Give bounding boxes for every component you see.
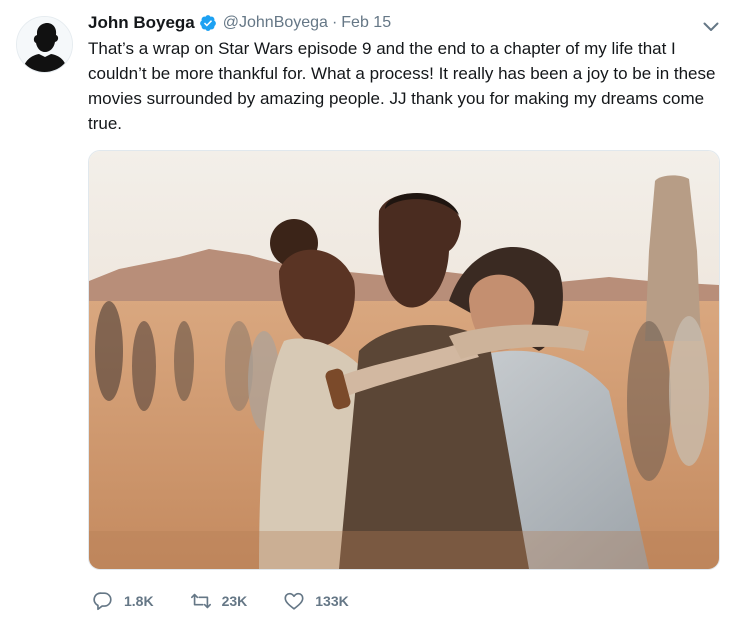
tweet-date[interactable]: Feb 15 [341, 14, 391, 32]
tweet-text: That’s a wrap on Star Wars episode 9 and… [88, 39, 716, 133]
author-avatar[interactable] [16, 16, 73, 73]
tweet-menu-button[interactable] [700, 16, 722, 38]
reply-button[interactable]: 1.8K [92, 590, 154, 612]
reply-count: 1.8K [124, 593, 154, 609]
like-count: 133K [315, 593, 349, 609]
verified-badge-icon [199, 14, 217, 32]
like-button[interactable]: 133K [283, 590, 349, 612]
author-handle[interactable]: @JohnBoyega [223, 14, 328, 32]
silhouette-avatar-icon [17, 17, 72, 72]
retweet-count: 23K [221, 593, 248, 609]
retweet-button[interactable]: 23K [190, 590, 248, 612]
header-separator: · [331, 14, 338, 31]
tweet-header: John Boyega @JohnBoyega · Feb 15 [88, 11, 391, 35]
author-display-name[interactable]: John Boyega [88, 13, 195, 33]
photo-illustration [89, 151, 719, 569]
reply-icon [92, 590, 114, 612]
chevron-down-icon [703, 22, 719, 31]
retweet-icon [190, 590, 212, 612]
heart-icon [283, 590, 305, 612]
tweet-actions: 1.8K 23K 133K [92, 588, 349, 614]
tweet-photo[interactable] [88, 150, 720, 570]
tweet-card: John Boyega @JohnBoyega · Feb 15 That’s … [0, 0, 735, 622]
